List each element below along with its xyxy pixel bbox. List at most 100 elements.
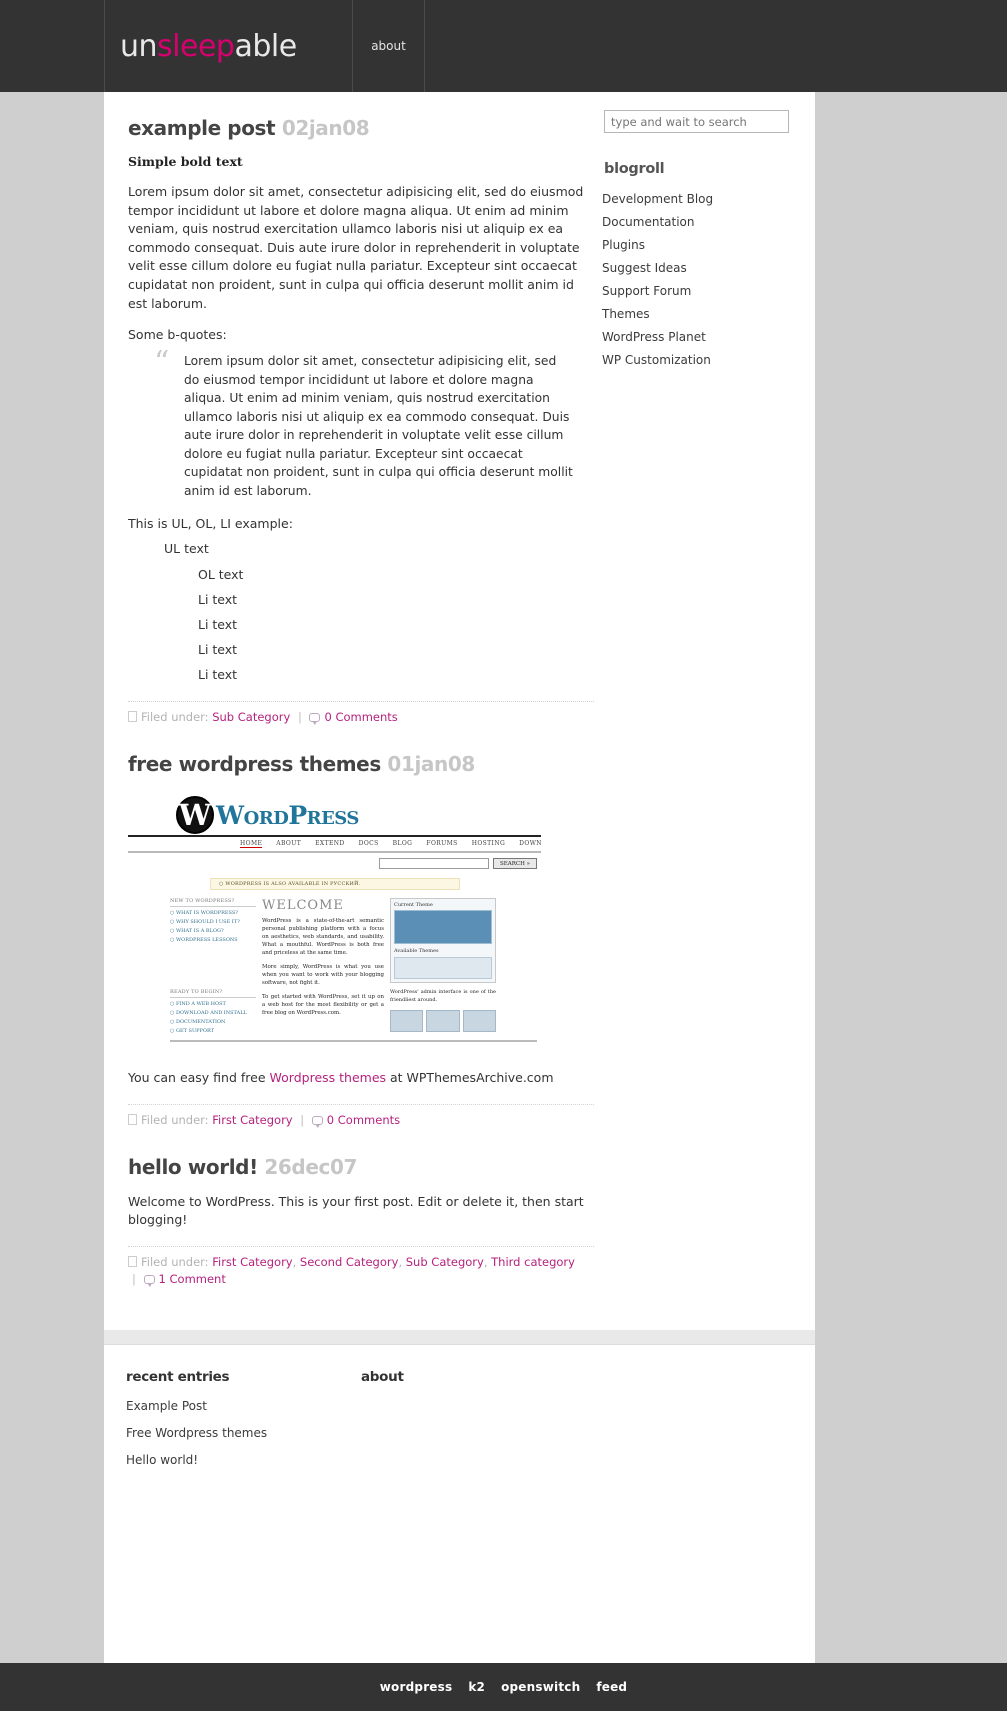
meta-separator: | [132,1271,136,1286]
wp-admin-caption: WordPress' admin interface is one of the… [390,989,496,1004]
wp-left-column: NEW TO WORDPRESS? ○ WHAT IS WORDPRESS? ○… [170,898,256,1034]
recent-entry-link[interactable]: Example Post [126,1399,207,1413]
filed-under-label: Filed under: [141,1254,209,1269]
category-link[interactable]: Third category [491,1255,575,1269]
brand-part-able: able [234,28,297,64]
post-paragraph: You can easy find free Wordpress themes … [128,1069,590,1088]
wp-left-item: ○ DOWNLOAD AND INSTALL [170,1010,247,1017]
primary-nav: about [353,0,425,92]
list-item: WordPress Planet [602,326,803,345]
list-item: Li text [198,642,238,658]
blogroll-link[interactable]: WordPress Planet [602,330,706,344]
comments-link[interactable]: 0 Comments [327,1113,400,1127]
wp-language-banner: ○ WORDPRESS IS ALSO AVAILABLE IN РУССКИЙ… [210,878,460,891]
wp-current-theme-heading: Current Theme [394,902,433,909]
site-brand[interactable]: unsleepable [104,0,353,92]
wp-nav-item: EXTEND [315,840,345,848]
blogroll-link[interactable]: Support Forum [602,284,691,298]
page-icon [128,1255,137,1267]
list-item: Development Blog [602,188,803,207]
body-text-pre: You can easy find free [128,1070,270,1086]
recent-entries-list: Example Post Free Wordpress themes Hello… [126,1395,361,1468]
wp-nav-item: DOCS [358,840,379,848]
category-link[interactable]: First Category [212,1255,292,1269]
brand-part-un: un [120,28,158,64]
wp-theme-tile [390,1010,424,1033]
page-shell: example post 02jan08 Simple bold text Lo… [104,92,815,1330]
ul-list: UL text [126,541,594,556]
filed-under-label: Filed under: [141,1112,209,1127]
bottom-link-openswitch[interactable]: openswitch [501,1680,580,1694]
wp-search-row: SEARCH » [128,853,541,870]
wp-nav-item: ABOUT [276,840,302,848]
list-item: Suggest Ideas [602,257,803,276]
blogroll-link[interactable]: Plugins [602,238,645,252]
bottom-link-feed[interactable]: feed [596,1680,627,1694]
blogroll-link[interactable]: Documentation [602,215,695,229]
wp-theme-tile [462,1010,496,1033]
footer-about: about [361,1369,621,1674]
category-link[interactable]: Sub Category [406,1255,484,1269]
bottom-link-wordpress[interactable]: wordpress [380,1680,453,1694]
sidebar: blogroll Development Blog Documentation … [594,92,815,1330]
footer-widgets: recent entries Example Post Free Wordpre… [104,1343,815,1674]
bottom-bar: wordpress k2 openswitch feed [0,1663,1007,1711]
post-title[interactable]: hello world! [128,1155,258,1179]
list-item: Documentation [602,211,803,230]
blogroll-heading: blogroll [604,161,665,177]
quote-mark-icon: “ [154,345,170,381]
wordpress-wordmark: WordPress [216,800,359,830]
list-item: UL text [164,541,209,557]
blogroll-link[interactable]: Themes [602,307,650,321]
recent-entry-link[interactable]: Hello world! [126,1453,198,1467]
list-item: Plugins [602,234,803,253]
wp-left-item: ○ FIND A WEB HOST [170,1001,226,1008]
wp-left-item: ○ WHAT IS WORDPRESS? [170,910,238,917]
wp-left-item: ○ WORDPRESS LESSONS [170,937,238,944]
post-header: free wordpress themes 01jan08 [128,752,594,776]
wp-logo-row: W WordPress [128,790,541,835]
site-header: unsleepable about [0,0,1007,92]
content-column: example post 02jan08 Simple bold text Lo… [104,92,594,1330]
page-icon [128,1113,137,1125]
post-paragraph: Lorem ipsum dolor sit amet, consectetur … [128,184,584,311]
category-link[interactable]: Second Category [300,1255,399,1269]
post-date: 26dec07 [264,1154,357,1179]
blogroll-link[interactable]: Development Blog [602,192,713,206]
filed-under-label: Filed under: [141,710,209,725]
category-link[interactable]: Sub Category [212,710,290,724]
post-title[interactable]: free wordpress themes [128,752,381,776]
wp-available-themes-heading: Available Themes [394,948,439,955]
search-input[interactable] [604,110,789,133]
wp-left-item: ○ WHY SHOULD I USE IT? [170,919,240,926]
blogroll-link[interactable]: WP Customization [602,353,711,367]
wp-nav: HOME ABOUT EXTEND DOCS BLOG FORUMS HOSTI… [128,837,541,849]
meta-separator: | [297,710,302,725]
body-text-post: at WPThemesArchive.com [386,1070,554,1086]
footer-divider-strip [104,1329,815,1344]
post-header: example post 02jan08 [128,116,594,140]
comments-link[interactable]: 0 Comments [324,710,397,724]
wp-paragraph: More simply, WordPress is what you use w… [262,964,384,987]
wp-footer-rule [170,1040,537,1043]
list-item: Themes [602,303,803,322]
wordpress-logo-icon: W [176,796,214,835]
post-example-post: example post 02jan08 Simple bold text Lo… [126,116,594,726]
post-header: hello world! 26dec07 [128,1155,594,1179]
post-title[interactable]: example post [128,116,276,140]
brand-part-sleep: sleep [157,28,235,64]
category-link[interactable]: First Category [212,1113,292,1127]
nav-item-about[interactable]: about [371,39,406,53]
comments-link[interactable]: 1 Comment [159,1272,226,1286]
bottom-link-k2[interactable]: k2 [468,1680,485,1694]
post-bold-line: Simple bold text [128,154,243,169]
blogroll-link[interactable]: Suggest Ideas [602,261,687,275]
list-item: Hello world! [126,1449,361,1468]
wordpress-themes-link[interactable]: Wordpress themes [270,1070,387,1085]
wp-nav-item: HOSTING [471,840,506,848]
recent-entry-link[interactable]: Free Wordpress themes [126,1426,267,1440]
quote-lead: Some b-quotes: [128,327,227,343]
list-lead: This is UL, OL, LI example: [128,516,293,532]
header-inner: unsleepable about [104,0,815,92]
wp-theme-thumbnail [394,910,492,945]
